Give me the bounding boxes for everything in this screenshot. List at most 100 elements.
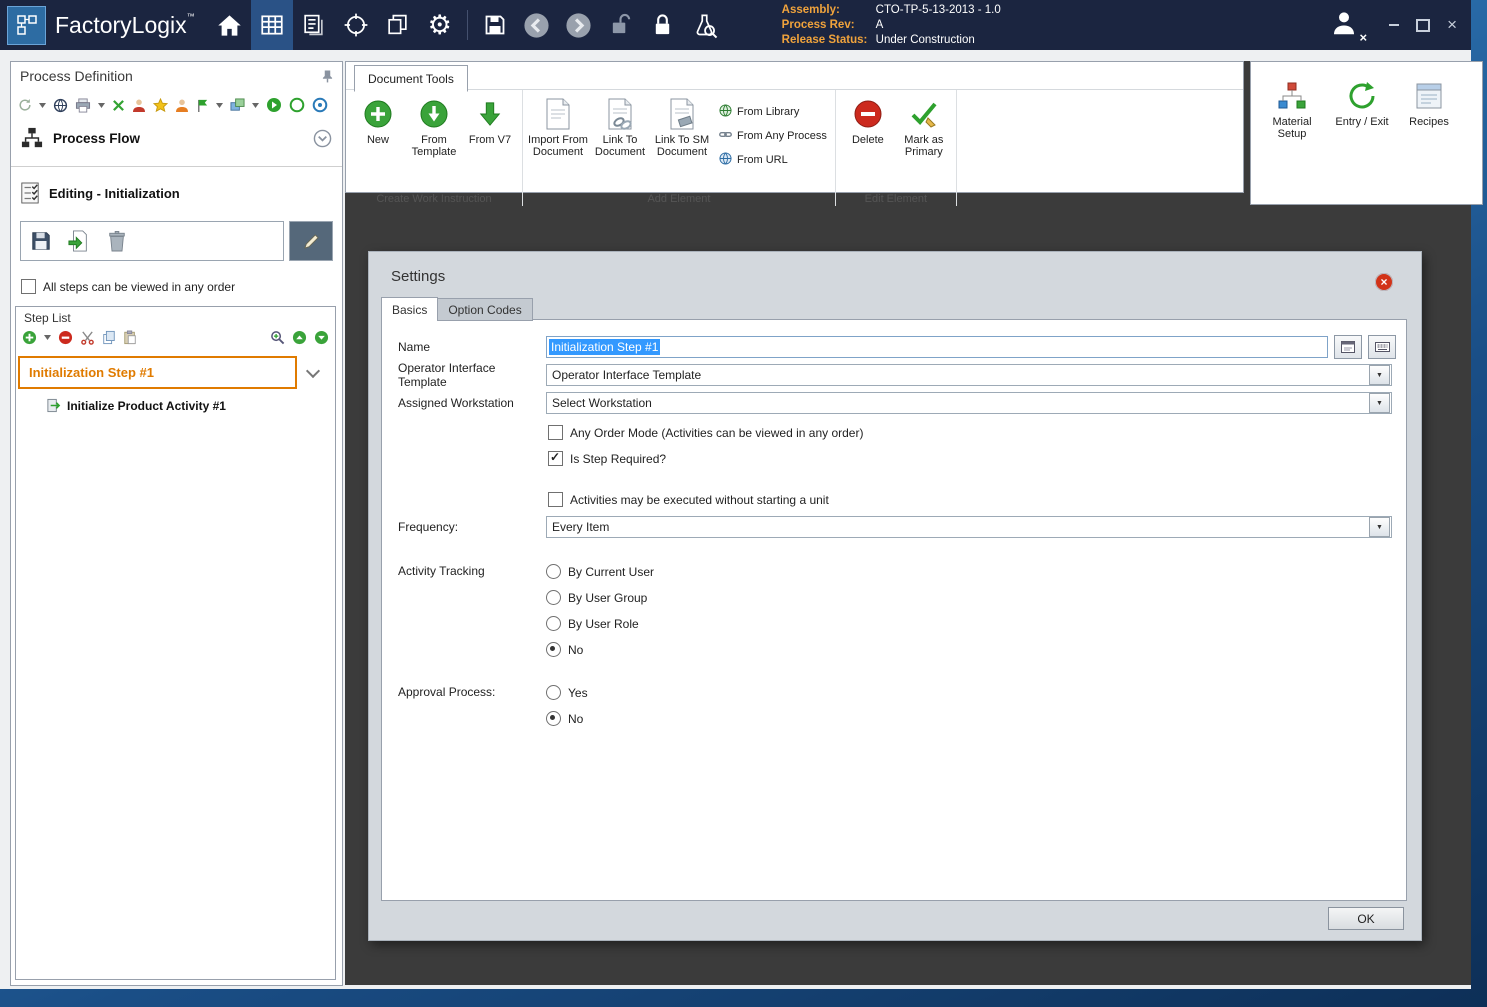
copy-documents-button[interactable]: [377, 0, 419, 50]
info-icon[interactable]: [312, 97, 328, 113]
collapse-section-icon[interactable]: [313, 129, 332, 148]
layers-icon[interactable]: [230, 98, 245, 113]
web-icon[interactable]: [53, 98, 68, 113]
move-up-icon[interactable]: [292, 330, 307, 345]
radio-icon[interactable]: [546, 590, 561, 605]
refresh-icon[interactable]: [18, 98, 32, 112]
entry-exit-button[interactable]: Entry / Exit: [1331, 74, 1393, 128]
operator-interface-dropdown[interactable]: Operator Interface Template: [546, 364, 1392, 386]
activity-row[interactable]: Initialize Product Activity #1: [16, 389, 335, 413]
copy-step-icon[interactable]: [102, 330, 116, 345]
back-button[interactable]: [516, 0, 558, 50]
radio-approval-yes[interactable]: Yes: [546, 684, 588, 701]
step-expander[interactable]: [297, 370, 329, 376]
unlock-button[interactable]: [600, 0, 642, 50]
open-editor-button[interactable]: [1334, 335, 1362, 359]
step-row[interactable]: Initialization Step #1: [18, 356, 329, 389]
lock-button[interactable]: [642, 0, 684, 50]
from-any-process-button[interactable]: From Any Process: [719, 128, 827, 144]
paste-step-icon[interactable]: [123, 330, 137, 345]
radio-by-user-role[interactable]: By User Role: [546, 615, 654, 632]
from-url-button[interactable]: From URL: [719, 152, 827, 168]
from-template-button[interactable]: From Template: [406, 92, 462, 192]
add-step-icon[interactable]: [22, 330, 37, 345]
print-icon[interactable]: [75, 98, 91, 113]
tab-option-codes[interactable]: Option Codes: [437, 298, 532, 321]
delete-step-button[interactable]: [101, 226, 133, 256]
radio-icon[interactable]: [546, 685, 561, 700]
radio-icon[interactable]: [546, 564, 561, 579]
maximize-button[interactable]: [1416, 19, 1430, 32]
is-step-required-checkbox[interactable]: [548, 451, 563, 466]
new-button[interactable]: New: [350, 92, 406, 192]
tab-basics[interactable]: Basics: [381, 297, 438, 321]
documents-button[interactable]: [293, 0, 335, 50]
save-button[interactable]: [474, 0, 516, 50]
tab-document-tools[interactable]: Document Tools: [354, 65, 468, 92]
flag-icon[interactable]: [196, 98, 209, 113]
import-from-document-button[interactable]: Import From Document: [527, 92, 589, 192]
dropdown-arrow-icon[interactable]: [1369, 365, 1390, 385]
radio-icon[interactable]: [546, 642, 561, 657]
radio-tracking-no[interactable]: No: [546, 641, 654, 658]
record-icon[interactable]: [289, 97, 305, 113]
is-step-required-row[interactable]: Is Step Required?: [548, 450, 1406, 467]
zoom-steps-icon[interactable]: [270, 330, 285, 345]
user-orange-icon[interactable]: [175, 98, 189, 113]
user-red-icon[interactable]: [132, 98, 146, 113]
radio-icon[interactable]: [546, 616, 561, 631]
dropdown-caret-icon[interactable]: [39, 103, 46, 108]
any-order-mode-row[interactable]: Any Order Mode (Activities can be viewed…: [548, 424, 1406, 441]
workstation-dropdown[interactable]: Select Workstation: [546, 392, 1392, 414]
dropdown-arrow-icon[interactable]: [1369, 393, 1390, 413]
process-flow-header[interactable]: Process Flow: [11, 120, 342, 156]
radio-approval-no[interactable]: No: [546, 710, 588, 727]
from-v7-button[interactable]: From V7: [462, 92, 518, 192]
remove-step-icon[interactable]: [58, 330, 73, 345]
dropdown-caret-icon[interactable]: [98, 103, 105, 108]
go-icon[interactable]: [266, 97, 282, 113]
from-library-button[interactable]: From Library: [719, 104, 827, 120]
delete-element-button[interactable]: Delete: [840, 92, 896, 192]
minimize-button[interactable]: [1389, 24, 1399, 26]
ok-button[interactable]: OK: [1328, 907, 1404, 930]
material-setup-button[interactable]: Material Setup: [1261, 74, 1323, 140]
move-down-icon[interactable]: [314, 330, 329, 345]
any-order-checkbox-row[interactable]: All steps can be viewed in any order: [11, 261, 342, 294]
cut-icon[interactable]: [112, 99, 125, 112]
navigator-button[interactable]: [335, 0, 377, 50]
selected-step[interactable]: Initialization Step #1: [18, 356, 297, 389]
favorite-star-icon[interactable]: [153, 98, 168, 113]
edit-mode-button[interactable]: [289, 221, 333, 261]
cut-step-icon[interactable]: [80, 330, 95, 345]
keyboard-button[interactable]: [1368, 335, 1396, 359]
any-order-mode-checkbox[interactable]: [548, 425, 563, 440]
pin-icon[interactable]: [322, 69, 333, 83]
close-button[interactable]: [1447, 19, 1457, 31]
link-to-sm-document-button[interactable]: Link To SM Document: [651, 92, 713, 192]
forward-button[interactable]: [558, 0, 600, 50]
radio-icon[interactable]: [546, 711, 561, 726]
radio-by-current-user[interactable]: By Current User: [546, 563, 654, 580]
dropdown-arrow-icon[interactable]: [1369, 517, 1390, 537]
process-definition-button[interactable]: [251, 0, 293, 50]
name-input[interactable]: Initialization Step #1: [546, 336, 1328, 358]
recipes-button[interactable]: Recipes: [1401, 74, 1457, 128]
link-to-document-button[interactable]: Link To Document: [589, 92, 651, 192]
radio-by-user-group[interactable]: By User Group: [546, 589, 654, 606]
dropdown-caret-icon[interactable]: [252, 103, 259, 108]
activities-without-unit-checkbox[interactable]: [548, 492, 563, 507]
dropdown-caret-icon[interactable]: [44, 335, 51, 340]
mark-as-primary-button[interactable]: Mark as Primary: [896, 92, 952, 192]
settings-gear-button[interactable]: [419, 0, 461, 50]
activities-without-unit-row[interactable]: Activities may be executed without start…: [548, 491, 1406, 508]
import-step-button[interactable]: [63, 226, 95, 256]
save-step-button[interactable]: [25, 226, 57, 256]
logout-user-button[interactable]: [1329, 8, 1359, 43]
frequency-dropdown[interactable]: Every Item: [546, 516, 1392, 538]
dialog-close-button[interactable]: [1375, 273, 1393, 291]
dropdown-caret-icon[interactable]: [216, 103, 223, 108]
audit-search-button[interactable]: [684, 0, 726, 50]
any-order-checkbox[interactable]: [21, 279, 36, 294]
home-button[interactable]: [209, 0, 251, 50]
